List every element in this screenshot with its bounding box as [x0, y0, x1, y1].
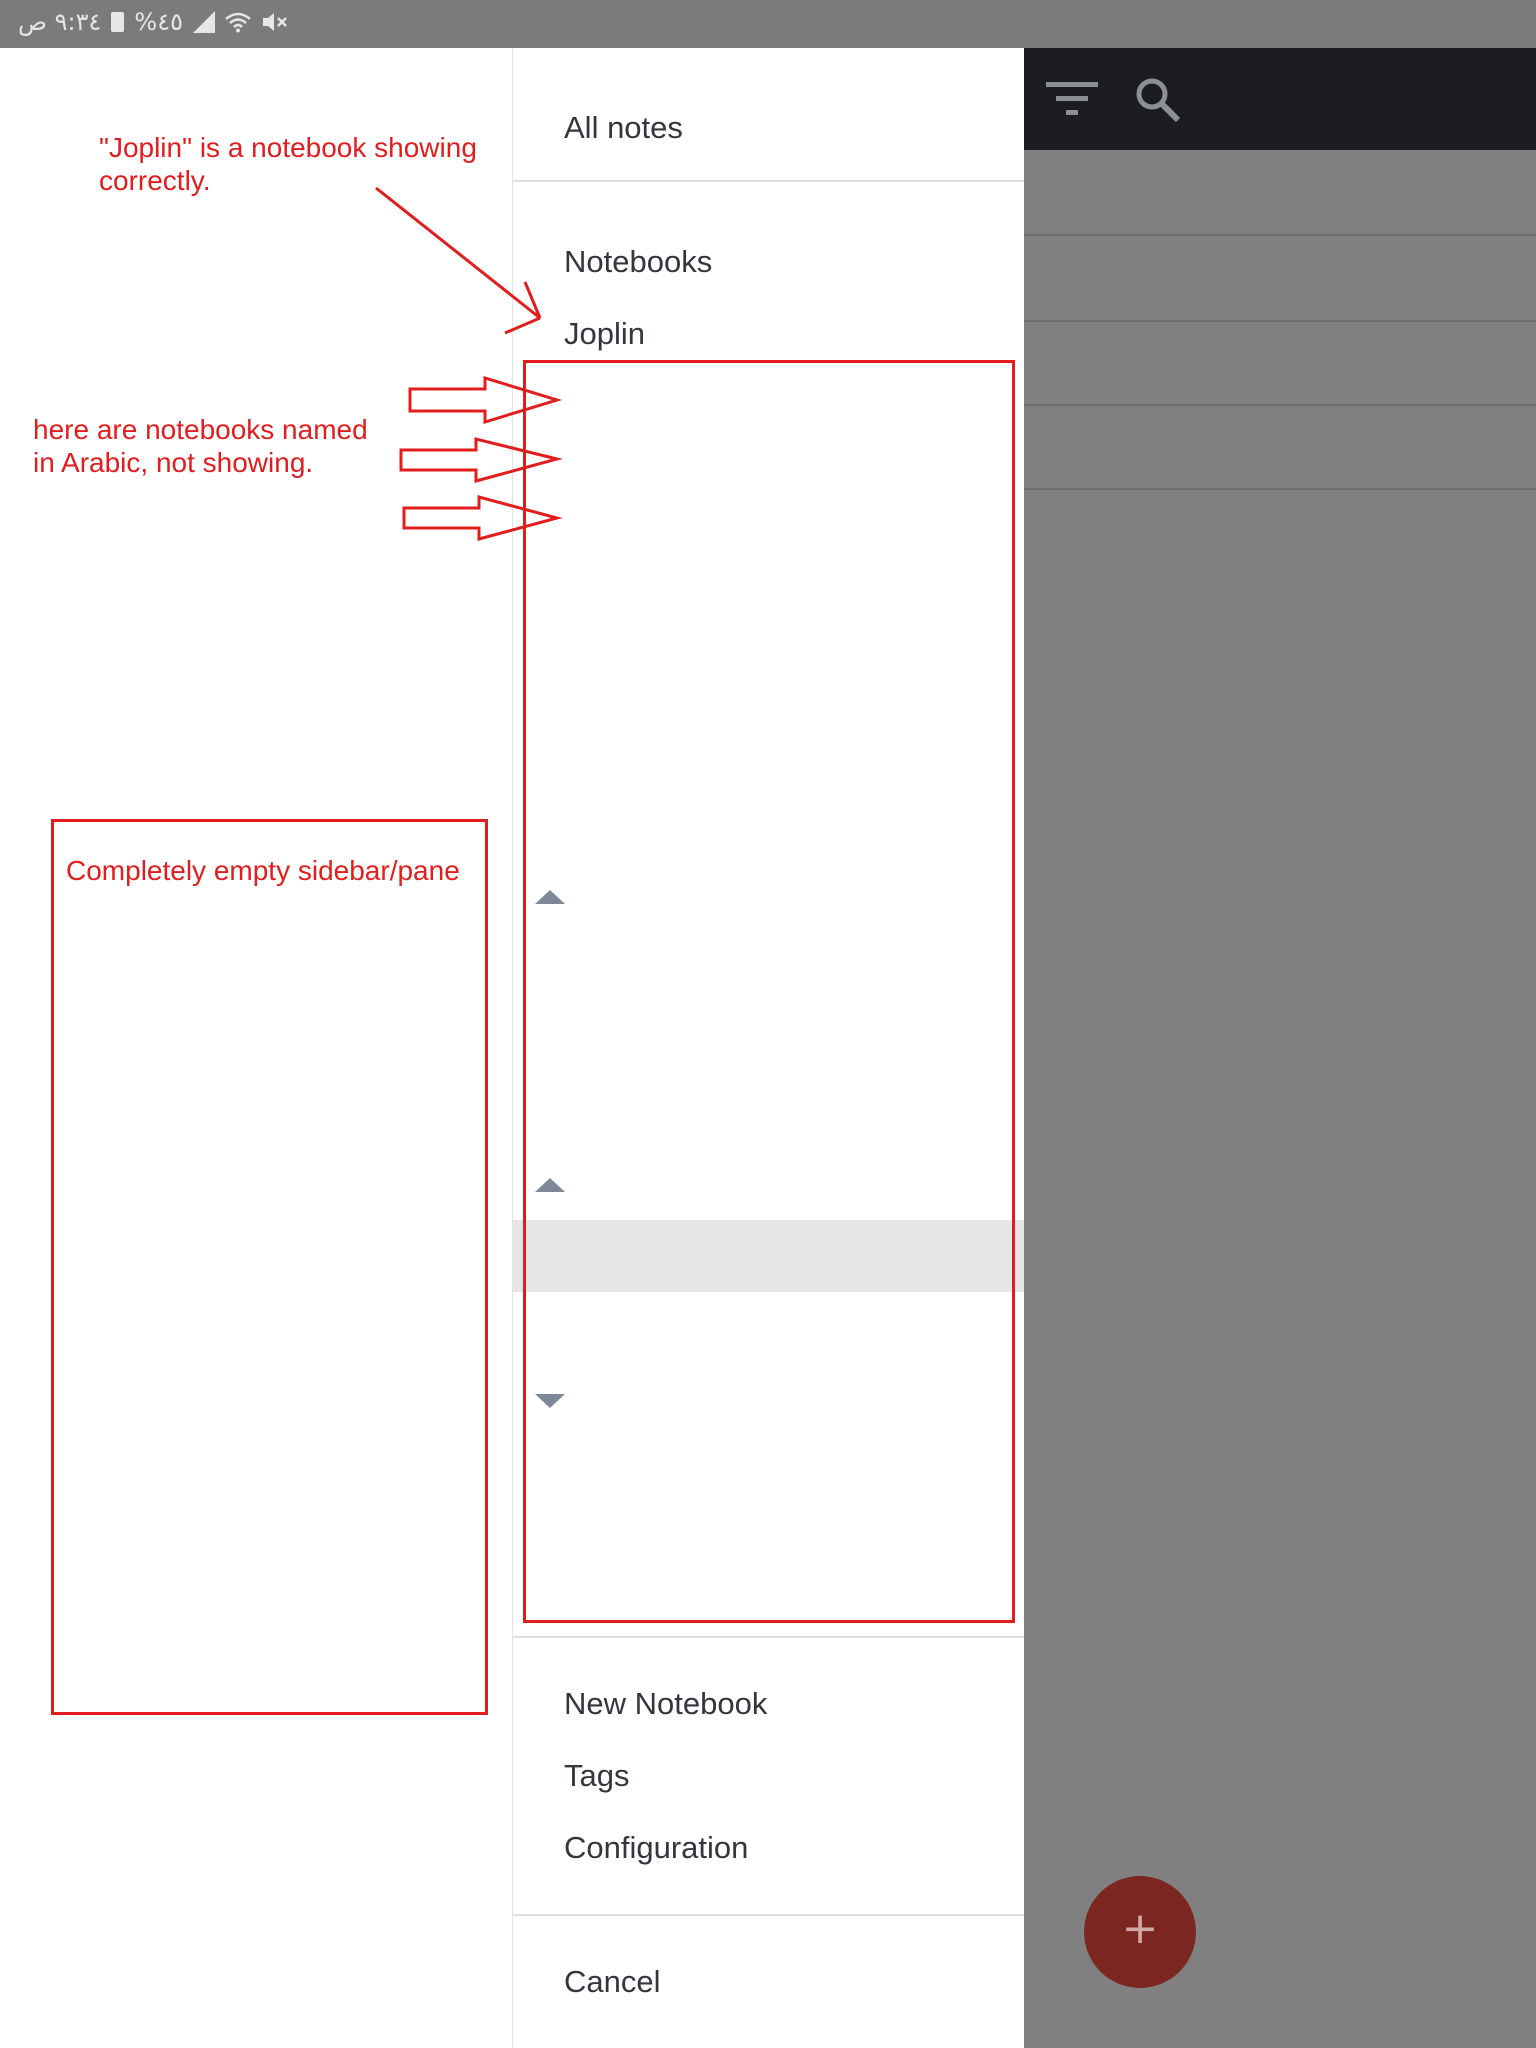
- mute-icon: [261, 11, 287, 33]
- annotation-empty-pane: Completely empty sidebar/pane: [66, 855, 460, 886]
- annotation-arabic: here are notebooks named in Arabic, not …: [33, 414, 368, 478]
- divider: [513, 1914, 1024, 1916]
- all-notes-item[interactable]: All notes: [513, 92, 1024, 164]
- app-toolbar: [1024, 48, 1536, 150]
- battery-level: %٤٥: [134, 8, 184, 36]
- annotation-joplin: "Joplin" is a notebook showing correctly…: [99, 132, 477, 196]
- search-icon[interactable]: [1132, 74, 1184, 126]
- status-bar: ٩:٣٤ ص %٤٥: [0, 0, 1536, 48]
- add-note-button[interactable]: +: [1084, 1876, 1196, 1988]
- divider: [513, 1636, 1024, 1638]
- filter-icon[interactable]: [1044, 78, 1100, 122]
- cancel-item[interactable]: Cancel: [513, 1946, 1024, 2018]
- note-row[interactable]: [1024, 320, 1536, 406]
- configuration-item[interactable]: Configuration: [513, 1812, 1024, 1884]
- divider: [513, 180, 1024, 182]
- annotation-box-empty-pane: Completely empty sidebar/pane: [51, 819, 488, 1715]
- tags-item[interactable]: Tags: [513, 1740, 1024, 1812]
- status-time: ٩:٣٤ ص: [18, 8, 102, 36]
- note-row[interactable]: [1024, 404, 1536, 490]
- note-list-area: +: [1024, 48, 1536, 2048]
- battery-icon: [111, 12, 125, 32]
- notebooks-header: Notebooks: [564, 244, 713, 279]
- annotation-box-notebooks: [523, 360, 1015, 1623]
- wifi-icon: [225, 11, 251, 33]
- note-row[interactable]: [1024, 236, 1536, 322]
- signal-icon: [193, 11, 216, 33]
- note-row[interactable]: [1024, 150, 1536, 236]
- new-notebook-item[interactable]: New Notebook: [513, 1668, 1024, 1740]
